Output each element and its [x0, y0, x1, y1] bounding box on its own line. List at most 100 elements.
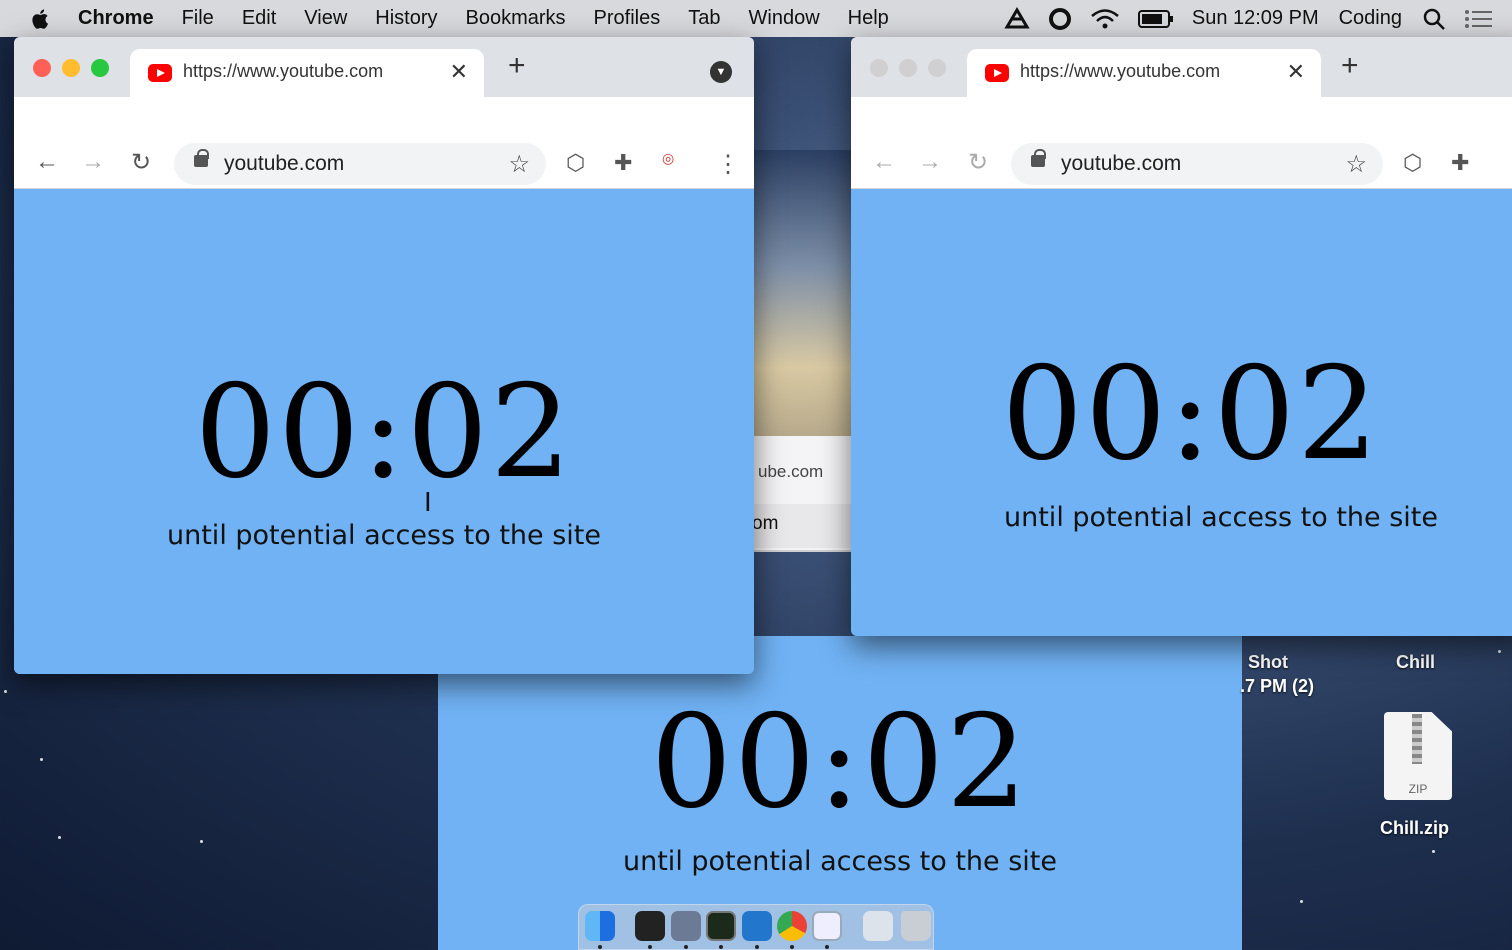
address-url: youtube.com: [1061, 152, 1182, 175]
finder-icon[interactable]: [585, 911, 615, 941]
menu-edit[interactable]: Edit: [242, 7, 276, 30]
chill-zip-label[interactable]: Chill.zip: [1380, 818, 1449, 839]
star: [1300, 900, 1303, 903]
tab-close-icon[interactable]: ✕: [1287, 59, 1305, 85]
menu-window[interactable]: Window: [749, 7, 820, 30]
menu-help[interactable]: Help: [848, 7, 889, 30]
running-indicator: [648, 945, 652, 949]
page-content: 00:02 until potential access to the site: [14, 190, 754, 674]
zip-file-icon[interactable]: ZIP: [1384, 712, 1452, 800]
maximize-button[interactable]: [928, 59, 946, 77]
address-bar[interactable]: youtube.com ☆: [174, 143, 546, 185]
screenshot-file-label[interactable]: Shot: [1248, 652, 1288, 673]
chill-folder-label[interactable]: Chill: [1396, 652, 1435, 673]
tab-youtube[interactable]: https://www.youtube.com ✕: [967, 49, 1321, 97]
puzzle-extensions-icon[interactable]: ✚: [1451, 150, 1469, 176]
forward-arrow-icon[interactable]: →: [917, 148, 943, 175]
browser-toolbar: ← → ↻ youtube.com ☆ ⬡ ✚: [851, 97, 1512, 189]
wifi-icon[interactable]: [1090, 8, 1120, 30]
crunch-stick-extension-icon[interactable]: ◎: [662, 150, 674, 167]
cube-status-icon[interactable]: [1004, 6, 1030, 31]
cube-extension-icon[interactable]: ⬡: [1403, 150, 1422, 176]
new-tab-button[interactable]: +: [508, 49, 526, 83]
close-button[interactable]: [870, 59, 888, 77]
puzzle-extensions-icon[interactable]: ✚: [614, 150, 632, 176]
chrome-icon[interactable]: [777, 911, 807, 941]
terminal-icon[interactable]: [635, 911, 665, 941]
running-indicator: [825, 945, 829, 949]
countdown-subtitle: until potential access to the site: [623, 846, 1057, 877]
countdown-timer: 00:02: [194, 358, 574, 507]
countdown-subtitle: until potential access to the site: [167, 520, 601, 551]
activity-monitor-icon[interactable]: [706, 911, 736, 941]
menubar-clock[interactable]: Sun 12:09 PM: [1192, 7, 1319, 30]
new-tab-button[interactable]: +: [1341, 49, 1359, 83]
chrome-window-left[interactable]: https://www.youtube.com ✕ + ▼ ← → ↻ yout…: [14, 37, 754, 674]
minimize-button[interactable]: [899, 59, 917, 77]
back-arrow-icon[interactable]: ←: [871, 148, 897, 175]
spotlight-search-icon[interactable]: [1422, 7, 1446, 31]
browser-toolbar: ← → ↻ youtube.com ☆ ⬡ ✚ ◎ ⋮: [14, 97, 754, 189]
tasks-app-icon[interactable]: [812, 911, 842, 941]
address-url: youtube.com: [224, 152, 345, 175]
notification-center-icon[interactable]: [1464, 9, 1494, 29]
menu-file[interactable]: File: [182, 7, 214, 30]
star: [200, 840, 203, 843]
tab-title: https://www.youtube.com: [1020, 61, 1221, 81]
running-indicator: [684, 945, 688, 949]
bookmark-star-icon[interactable]: ☆: [1345, 150, 1367, 179]
menu-chrome[interactable]: Chrome: [78, 7, 154, 30]
star: [40, 758, 43, 761]
apple-icon[interactable]: [26, 7, 56, 31]
screenshot-file-label-2[interactable]: .7 PM (2): [1240, 676, 1314, 697]
running-indicator: [755, 945, 759, 949]
menu-bookmarks[interactable]: Bookmarks: [466, 7, 566, 30]
zip-badge: ZIP: [1408, 782, 1428, 796]
trash-icon[interactable]: [901, 911, 931, 941]
star: [4, 690, 7, 693]
tab-title: https://www.youtube.com: [183, 61, 384, 81]
running-indicator: [598, 945, 602, 949]
reload-icon[interactable]: ↻: [128, 149, 154, 176]
close-button[interactable]: [33, 59, 51, 77]
ring-status-icon[interactable]: [1048, 7, 1072, 31]
fragment-text-2: om: [752, 513, 779, 534]
star: [58, 836, 61, 839]
menubar-user[interactable]: Coding: [1339, 7, 1402, 30]
tab-strip: https://www.youtube.com ✕ + ▼: [14, 37, 754, 97]
tab-close-icon[interactable]: ✕: [450, 59, 468, 85]
menu-view[interactable]: View: [304, 7, 347, 30]
menu-profiles[interactable]: Profiles: [594, 7, 661, 30]
chrome-window-right[interactable]: https://www.youtube.com ✕ + ← → ↻ youtub…: [851, 37, 1512, 636]
countdown-timer: 00:02: [650, 688, 1030, 837]
vscode-icon[interactable]: [742, 911, 772, 941]
reload-icon[interactable]: ↻: [965, 149, 991, 176]
fragment-row[interactable]: om: [740, 504, 852, 548]
battery-icon[interactable]: [1137, 9, 1174, 29]
bookmark-star-icon[interactable]: ☆: [508, 150, 530, 179]
tab-youtube[interactable]: https://www.youtube.com ✕: [130, 49, 484, 97]
menu-history[interactable]: History: [375, 7, 437, 30]
youtube-favicon-icon: [148, 64, 172, 82]
address-bar[interactable]: youtube.com ☆: [1011, 143, 1383, 185]
background-blocker-window[interactable]: 00:02 until potential access to the site: [438, 636, 1242, 950]
reminders-icon[interactable]: [671, 911, 701, 941]
tab-strip: https://www.youtube.com ✕ +: [851, 37, 1512, 97]
zipper-graphic: [1412, 714, 1422, 764]
maximize-button[interactable]: [91, 59, 109, 77]
dock: [578, 904, 934, 950]
wallpaper-galaxy: [754, 150, 854, 440]
tab-search-dropdown-icon[interactable]: ▼: [710, 61, 732, 83]
menu-tab[interactable]: Tab: [688, 7, 720, 30]
downloads-stack-icon[interactable]: [863, 911, 893, 941]
countdown-subtitle: until potential access to the site: [1004, 502, 1438, 533]
more-menu-icon[interactable]: ⋮: [716, 150, 740, 179]
back-arrow-icon[interactable]: ←: [34, 148, 60, 175]
fragment-text-1: ube.com: [758, 462, 824, 481]
star: [1432, 850, 1435, 853]
forward-arrow-icon[interactable]: →: [80, 148, 106, 175]
background-window-fragment[interactable]: ube.com om: [740, 436, 852, 552]
cube-extension-icon[interactable]: ⬡: [566, 150, 585, 176]
running-indicator: [790, 945, 794, 949]
minimize-button[interactable]: [62, 59, 80, 77]
